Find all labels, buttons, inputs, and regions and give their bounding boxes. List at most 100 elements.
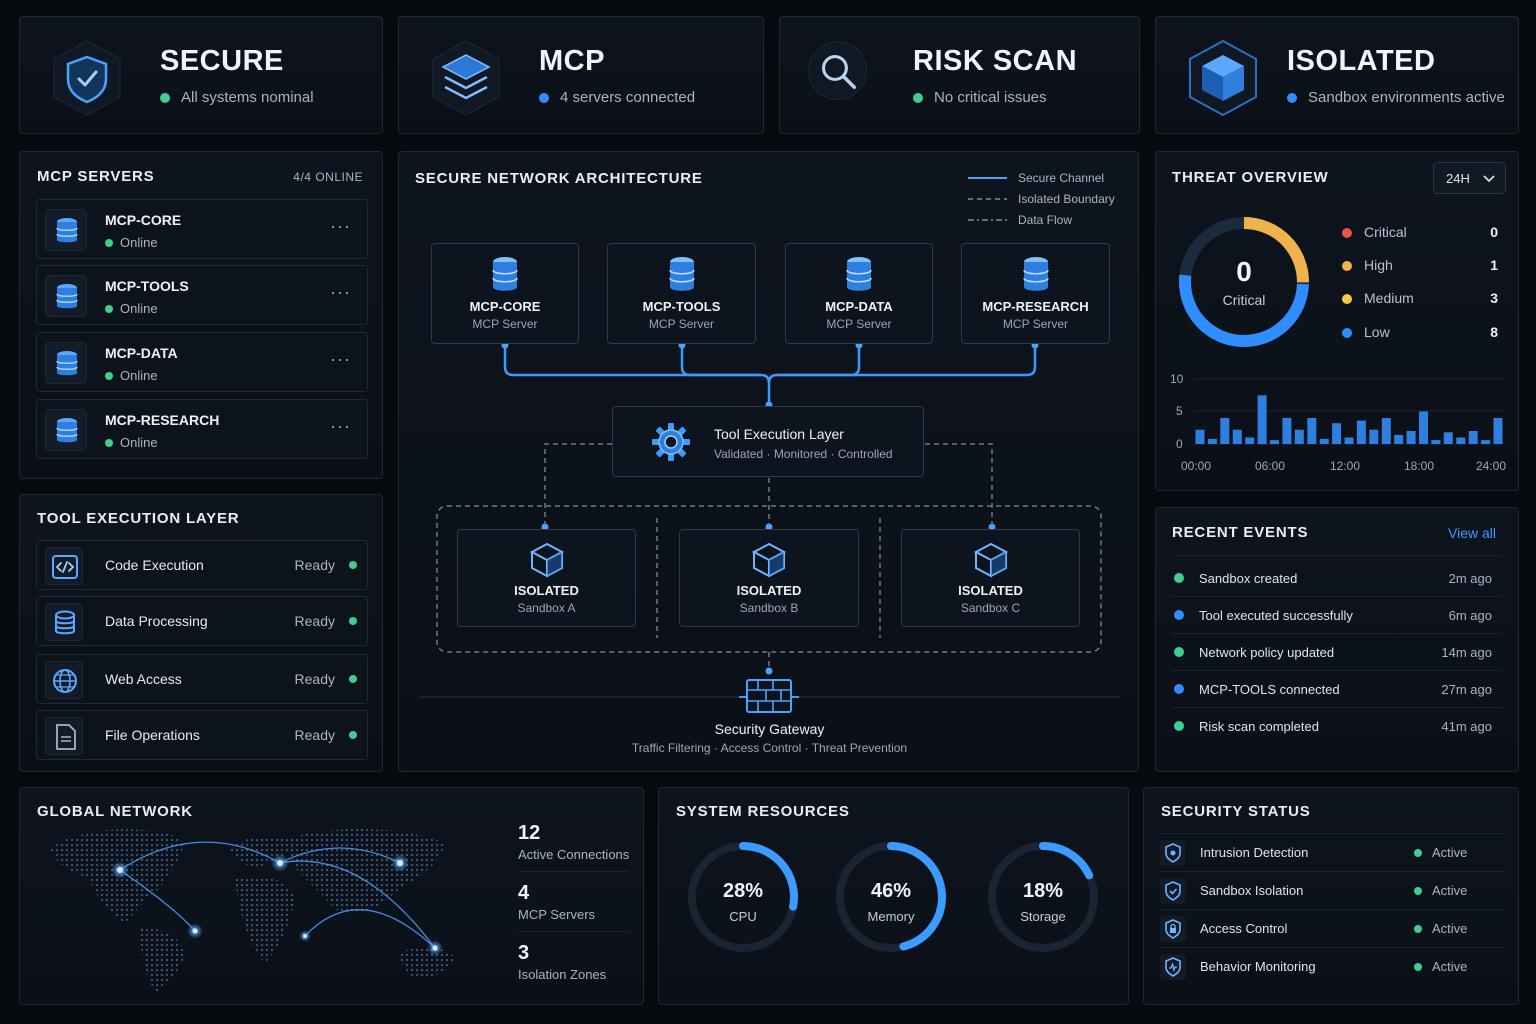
panel-title: TOOL EXECUTION LAYER xyxy=(37,510,240,527)
stat-label: Isolation Zones xyxy=(518,967,607,982)
more-icon[interactable]: ··· xyxy=(330,216,351,237)
server-row-mcp-research[interactable]: MCP-RESEARCH Online ··· xyxy=(36,399,368,459)
security-name: Behavior Monitoring xyxy=(1200,959,1316,974)
event-row[interactable]: Sandbox created 2m ago xyxy=(1172,560,1502,597)
global-network-panel: GLOBAL NETWORK 12 Active Connections 4 M… xyxy=(19,787,644,1005)
event-row[interactable]: MCP-TOOLS connected 27m ago xyxy=(1172,671,1502,708)
arch-sandbox-c[interactable]: ISOLATED Sandbox C xyxy=(901,529,1080,627)
server-row-mcp-tools[interactable]: MCP-TOOLS Online ··· xyxy=(36,265,368,325)
event-row[interactable]: Network policy updated 14m ago xyxy=(1172,634,1502,671)
panel-title: SECURITY STATUS xyxy=(1161,803,1311,820)
status-dot xyxy=(913,92,923,103)
range-select[interactable]: 24H xyxy=(1433,162,1506,194)
threat-bar xyxy=(1282,418,1292,444)
tool-row-file-operations[interactable]: File Operations Ready xyxy=(36,710,368,760)
legend-value: 0 xyxy=(1490,224,1498,240)
arch-server-mcp-data[interactable]: MCP-DATA MCP Server xyxy=(785,243,933,344)
arch-server-mcp-tools[interactable]: MCP-TOOLS MCP Server xyxy=(607,243,756,344)
server-status: Online xyxy=(120,235,158,250)
security-row-intrusion-detection[interactable]: Intrusion Detection Active xyxy=(1160,834,1504,872)
status-card-risk-scan[interactable]: RISK SCAN No critical issues xyxy=(779,16,1140,134)
status-card-secure[interactable]: SECURE All systems nominal xyxy=(19,16,383,134)
more-icon[interactable]: ··· xyxy=(330,416,351,437)
event-text: MCP-TOOLS connected xyxy=(1199,682,1340,697)
divider xyxy=(1172,555,1502,556)
shield-icon xyxy=(1160,840,1186,866)
arch-server-mcp-core[interactable]: MCP-CORE MCP Server xyxy=(431,243,579,344)
tool-name: Data Processing xyxy=(105,613,208,629)
range-value: 24H xyxy=(1446,171,1470,186)
legend-value: 3 xyxy=(1490,290,1498,306)
arch-tool-layer[interactable]: Tool Execution Layer Validated · Monitor… xyxy=(612,406,924,477)
ready-dot xyxy=(349,675,357,683)
threat-bar xyxy=(1456,437,1466,444)
tool-name: File Operations xyxy=(105,727,200,743)
more-icon[interactable]: ··· xyxy=(330,349,351,370)
status-dot xyxy=(539,92,549,103)
arch-sandbox-b[interactable]: ISOLATED Sandbox B xyxy=(679,529,859,627)
chevron-down-icon xyxy=(1483,175,1495,183)
threat-bar xyxy=(1394,434,1404,444)
database-icon xyxy=(45,209,87,251)
event-time: 14m ago xyxy=(1441,645,1492,660)
tool-row-data-processing[interactable]: Data Processing Ready xyxy=(36,596,368,646)
threat-bar xyxy=(1356,420,1366,444)
node-name: MCP-TOOLS xyxy=(642,299,721,314)
security-row-access-control[interactable]: Access Control Active xyxy=(1160,910,1504,948)
event-time: 41m ago xyxy=(1441,719,1492,734)
event-dot xyxy=(1174,721,1184,731)
event-row[interactable]: Risk scan completed 41m ago xyxy=(1172,708,1502,745)
security-row-sandbox-isolation[interactable]: Sandbox Isolation Active xyxy=(1160,872,1504,910)
node-name: ISOLATED xyxy=(514,583,579,598)
arch-server-mcp-research[interactable]: MCP-RESEARCH MCP Server xyxy=(961,243,1110,344)
event-text: Network policy updated xyxy=(1199,645,1335,660)
gateway-sub: Traffic Filtering · Access Control · Thr… xyxy=(631,741,908,755)
status-card-isolated[interactable]: ISOLATED Sandbox environments active xyxy=(1155,16,1519,134)
event-time: 2m ago xyxy=(1448,571,1492,586)
view-all-link[interactable]: View all xyxy=(1448,525,1496,541)
tool-row-web-access[interactable]: Web Access Ready xyxy=(36,654,368,704)
threat-bar xyxy=(1319,438,1329,444)
server-row-mcp-core[interactable]: MCP-CORE Online ··· xyxy=(36,199,368,259)
active-dot xyxy=(1414,925,1422,933)
event-text: Sandbox created xyxy=(1199,571,1298,586)
node-sub: Sandbox A xyxy=(517,601,576,615)
server-name: MCP-RESEARCH xyxy=(105,412,220,428)
threat-bar xyxy=(1307,418,1317,444)
threat-bar xyxy=(1245,437,1255,444)
more-icon[interactable]: ··· xyxy=(330,282,351,303)
security-row-behavior-monitoring[interactable]: Behavior Monitoring Active xyxy=(1160,948,1504,986)
gauge-cpu: 28% CPU xyxy=(684,838,802,956)
status-card-title: MCP xyxy=(539,45,605,77)
gauge-value: 18% xyxy=(1022,880,1064,902)
threat-bar xyxy=(1468,431,1478,444)
architecture-panel: SECURE NETWORK ARCHITECTURE Secure Chann… xyxy=(398,151,1139,772)
security-name: Intrusion Detection xyxy=(1200,845,1309,860)
status-card-mcp[interactable]: MCP 4 servers connected xyxy=(398,16,764,134)
arch-sandbox-a[interactable]: ISOLATED Sandbox A xyxy=(457,529,636,627)
tool-row-code-execution[interactable]: Code Execution Ready xyxy=(36,540,368,590)
stat-label: Active Connections xyxy=(518,847,630,862)
security-state: Active xyxy=(1432,921,1468,936)
online-dot xyxy=(105,238,113,247)
node-name: Tool Execution Layer xyxy=(714,426,844,442)
event-row[interactable]: Tool executed successfully 6m ago xyxy=(1172,597,1502,634)
donut-label: Critical xyxy=(1222,292,1266,308)
status-dot xyxy=(160,92,170,103)
server-row-mcp-data[interactable]: MCP-DATA Online ··· xyxy=(36,332,368,392)
node-sub: MCP Server xyxy=(826,317,892,331)
threat-bar xyxy=(1232,429,1242,444)
server-name: MCP-DATA xyxy=(105,345,178,361)
tool-state: Ready xyxy=(294,671,335,687)
threat-bar xyxy=(1207,438,1217,444)
code-icon xyxy=(45,547,83,585)
active-dot xyxy=(1414,963,1422,971)
legend-label: High xyxy=(1364,257,1393,273)
database-icon xyxy=(45,409,87,451)
node-sub: MCP Server xyxy=(472,317,538,331)
legend-value: 1 xyxy=(1490,257,1498,273)
threat-bar xyxy=(1344,437,1354,444)
x-tick: 00:00 xyxy=(1181,459,1211,473)
event-time: 6m ago xyxy=(1448,608,1492,623)
status-card-subtitle: All systems nominal xyxy=(181,89,314,106)
